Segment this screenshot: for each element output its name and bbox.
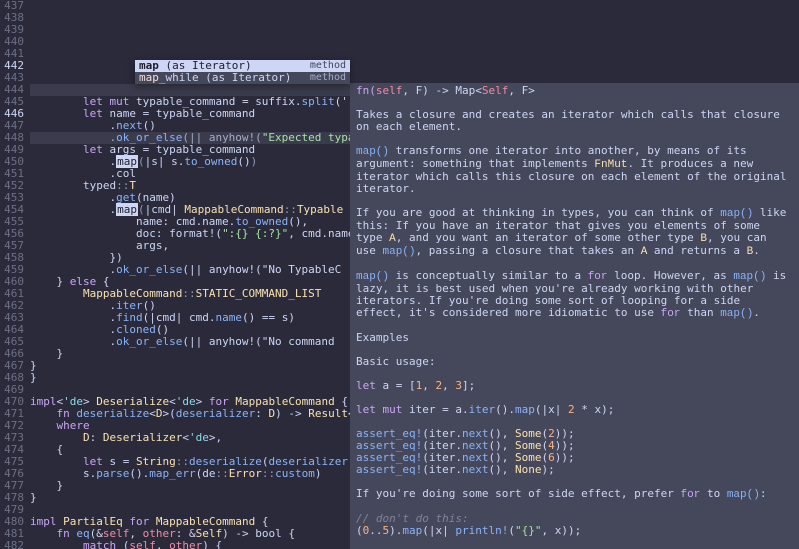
doc-heading: Basic usage: <box>356 356 793 368</box>
doc-code: for <box>681 489 701 501</box>
sig-fn: fn( <box>356 84 376 97</box>
doc-para: Takes a closure and creates an iterator … <box>356 109 793 133</box>
doc-code-line: (0..5).map(|x| println!("{}", x)); <box>356 525 793 537</box>
doc-signature: fn(self, F) -> Map<Self, F> <box>356 85 793 97</box>
documentation-panel: fn(self, F) -> Map<Self, F> Takes a clos… <box>350 83 799 549</box>
doc-text: is conceptually similar to a <box>389 269 588 282</box>
doc-para: If you're doing some sort of side effect… <box>356 488 793 501</box>
doc-text: . <box>753 244 760 257</box>
sig-self2: Self <box>482 84 509 97</box>
doc-code: A <box>389 233 396 245</box>
doc-code: map() <box>720 308 753 320</box>
code-area[interactable]: let mut typable_command = suffix.split('… <box>30 0 799 549</box>
doc-code-line: let mut iter = a.iter().map(|x| 2 * x); <box>356 404 793 416</box>
doc-code: map() <box>383 246 416 258</box>
doc-text: . <box>753 306 760 319</box>
sig-mid: , F) -> Map< <box>402 84 481 97</box>
doc-text: , and you want an iterator of some other… <box>396 231 701 244</box>
doc-para: map() is conceptually similar to a for l… <box>356 270 793 320</box>
doc-code-line: assert_eq!(iter.next(), None); <box>356 464 793 476</box>
doc-code: for <box>661 308 681 320</box>
doc-text: : <box>760 487 767 500</box>
completion-item[interactable]: map_while (as Iterator)method <box>135 72 350 84</box>
doc-text: If you're doing some sort of side effect… <box>356 487 681 500</box>
doc-text: and returns a <box>647 244 746 257</box>
sig-self: self <box>376 84 403 97</box>
doc-code-line: let a = [1, 2, 3]; <box>356 380 793 392</box>
completion-popup[interactable]: map (as Iterator)methodmap_while (as Ite… <box>135 60 350 84</box>
doc-text: loop. However, as <box>608 269 734 282</box>
doc-text: If you are good at thinking in types, yo… <box>356 206 720 219</box>
doc-code: map() <box>727 489 760 501</box>
line-number: 482 <box>0 540 24 549</box>
doc-para: map() transforms one iterator into anoth… <box>356 145 793 195</box>
sig-end: , F> <box>508 84 535 97</box>
doc-para: If you are good at thinking in types, yo… <box>356 207 793 258</box>
doc-text: , passing a closure that takes an <box>416 244 641 257</box>
doc-text: to <box>700 487 727 500</box>
doc-heading: Examples <box>356 332 793 344</box>
line-number-gutter: 4374384394404414424434444454464474484494… <box>0 0 30 549</box>
doc-text: than <box>680 306 720 319</box>
editor-root: 4374384394404414424434444454464474484494… <box>0 0 799 549</box>
